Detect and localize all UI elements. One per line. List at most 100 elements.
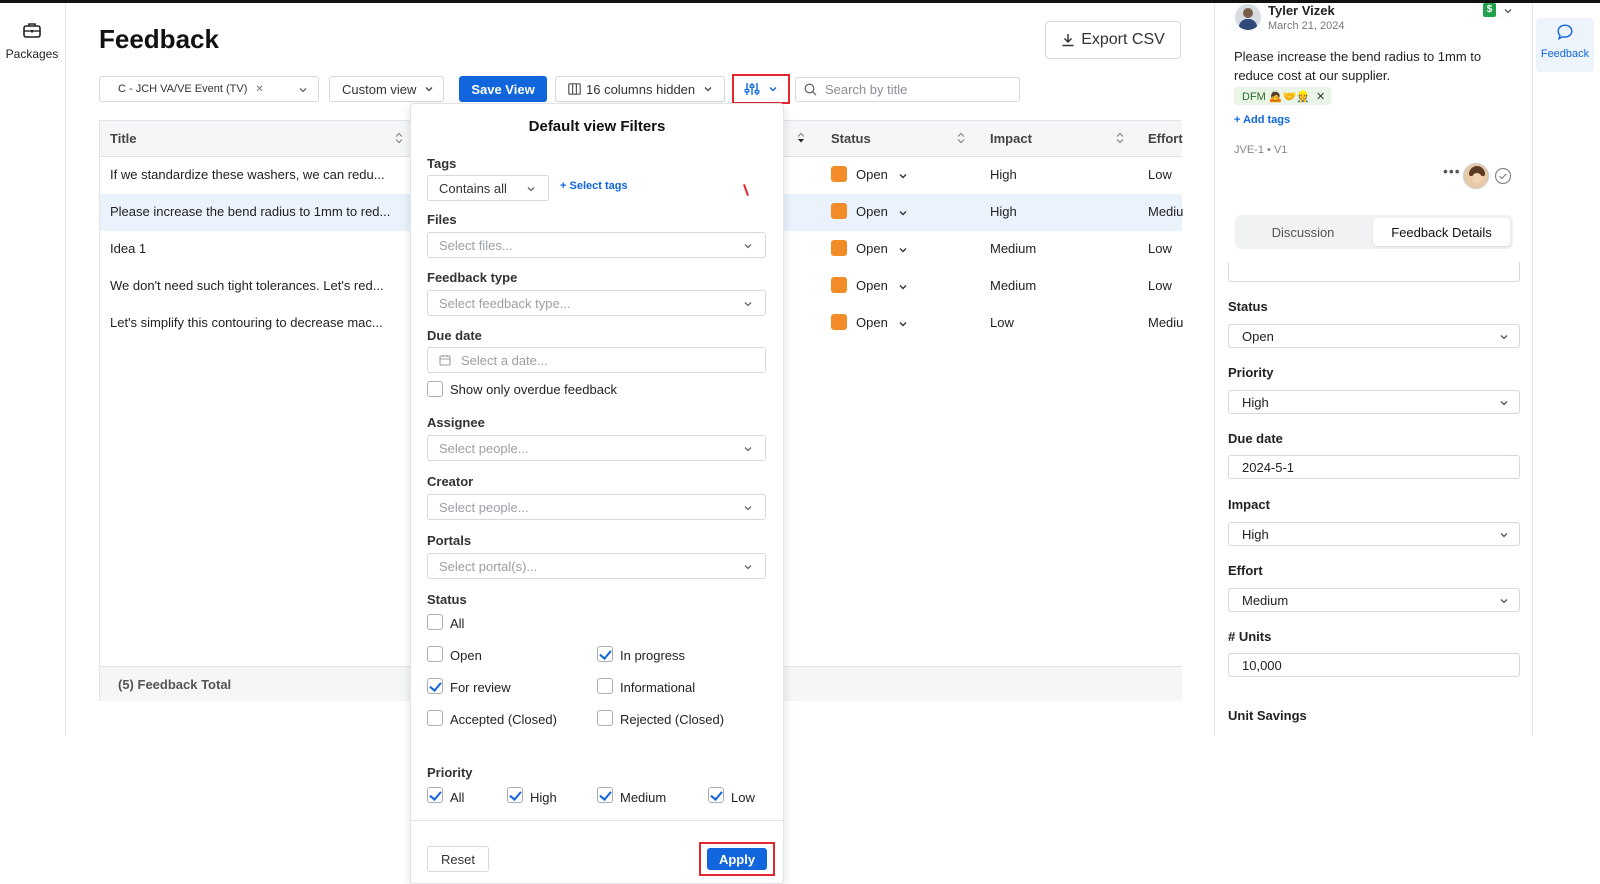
chevron-down-icon[interactable] [898, 171, 908, 181]
row-title: Please increase the bend radius to 1mm t… [110, 204, 391, 219]
status-option-label: In progress [620, 648, 686, 663]
tag-remove-icon[interactable]: ✕ [1316, 90, 1325, 103]
view-select[interactable]: Custom view [329, 76, 444, 102]
sort-desc-icon[interactable] [797, 132, 805, 144]
status-option-label: For review [450, 680, 511, 695]
author-name: Tyler Vizek [1268, 3, 1335, 18]
savings-badge: $ [1483, 3, 1496, 17]
add-tags-link[interactable]: + Add tags [1234, 114, 1290, 126]
select-tags-link[interactable]: + Select tags [560, 180, 628, 192]
row-impact: Medium [990, 241, 1037, 256]
save-view-button[interactable]: Save View [459, 76, 547, 102]
detail-units-label: # Units [1228, 629, 1272, 644]
detail-status-value: Open [1242, 328, 1274, 344]
priority-filter-label: Priority [427, 765, 473, 780]
row-status[interactable]: Open [856, 315, 888, 330]
chevron-down-icon[interactable] [898, 319, 908, 329]
export-csv-label: Export CSV [1081, 31, 1165, 48]
reset-button[interactable]: Reset [427, 846, 489, 872]
check-circle-icon[interactable] [1494, 167, 1512, 185]
status-checkbox-informational[interactable] [597, 678, 613, 694]
status-checkbox-accepted[interactable] [427, 710, 443, 726]
column-header-effort[interactable]: Effort [1148, 131, 1183, 146]
row-title: We don't need such tight tolerances. Let… [110, 278, 384, 293]
chevron-down-icon [1500, 599, 1508, 604]
chevron-down-icon[interactable] [898, 245, 908, 255]
assignee-select[interactable]: Select people... [427, 435, 766, 461]
filter-toggle-button[interactable] [732, 74, 790, 104]
detail-impact-select[interactable]: High [1228, 522, 1520, 546]
chevron-down-icon [744, 565, 752, 570]
export-csv-button[interactable]: Export CSV [1045, 21, 1181, 59]
sort-icon[interactable] [395, 132, 403, 144]
column-header-title[interactable]: Title [110, 131, 137, 146]
due-date-picker[interactable]: Select a date... [427, 347, 766, 373]
chip-remove-icon[interactable]: ✕ [255, 84, 263, 95]
right-rail-label: Feedback [1540, 48, 1590, 60]
calendar-icon [439, 355, 451, 366]
rail-item-packages[interactable]: Packages [0, 21, 64, 63]
detail-due-input[interactable]: 2024-5-1 [1228, 455, 1520, 479]
column-header-impact[interactable]: Impact [990, 131, 1032, 146]
priority-checkbox-medium[interactable] [597, 787, 613, 803]
status-color-badge [831, 203, 847, 219]
portals-placeholder: Select portal(s)... [439, 558, 538, 574]
detail-effort-label: Effort [1228, 563, 1263, 578]
chevron-down-icon[interactable] [898, 282, 908, 292]
row-impact: High [990, 167, 1017, 182]
column-header-status[interactable]: Status [831, 131, 871, 146]
status-checkbox-in-progress[interactable] [597, 646, 613, 662]
creator-select[interactable]: Select people... [427, 494, 766, 520]
tag-label: DFM 🙇🤝👷 [1242, 90, 1310, 103]
status-checkbox-rejected[interactable] [597, 710, 613, 726]
priority-checkbox-high[interactable] [507, 787, 523, 803]
row-effort: Mediu [1148, 315, 1184, 330]
detail-units-input[interactable]: 10,000 [1228, 653, 1520, 677]
feedback-total: (5) Feedback Total [118, 677, 232, 692]
chevron-down-icon[interactable] [898, 208, 908, 218]
briefcase-icon [23, 23, 41, 38]
priority-checkbox-all[interactable] [427, 787, 443, 803]
sort-icon[interactable] [957, 132, 965, 144]
feedback-body: Please increase the bend radius to 1mm t… [1234, 49, 1482, 83]
tab-discussion[interactable]: Discussion [1238, 218, 1368, 246]
detail-effort-select[interactable]: Medium [1228, 588, 1520, 612]
overdue-checkbox[interactable] [427, 381, 443, 397]
status-checkbox-all[interactable] [427, 614, 443, 630]
sort-icon[interactable] [1116, 132, 1124, 144]
chevron-down-icon[interactable] [1503, 6, 1513, 16]
assignee-avatar[interactable] [1463, 163, 1489, 189]
sliders-icon [744, 83, 760, 95]
due-date-label: Due date [427, 328, 482, 343]
status-checkbox-open[interactable] [427, 646, 443, 662]
row-status[interactable]: Open [856, 167, 888, 182]
row-status[interactable]: Open [856, 278, 888, 293]
creator-label: Creator [427, 474, 474, 489]
right-rail-feedback[interactable]: Feedback [1536, 18, 1594, 72]
detail-priority-select[interactable]: High [1228, 390, 1520, 414]
files-placeholder: Select files... [439, 237, 513, 253]
portals-select[interactable]: Select portal(s)... [427, 553, 766, 579]
tags-label: Tags [427, 156, 457, 171]
row-status[interactable]: Open [856, 241, 888, 256]
apply-button[interactable]: Apply [707, 848, 767, 870]
annotation-mark [743, 184, 749, 196]
priority-checkbox-low[interactable] [708, 787, 724, 803]
status-option-label: Open [450, 648, 482, 663]
scrolled-field[interactable] [1228, 262, 1520, 282]
status-option-label: Accepted (Closed) [450, 712, 557, 727]
row-effort: Low [1148, 167, 1172, 182]
detail-status-select[interactable]: Open [1228, 324, 1520, 348]
feedback-type-select[interactable]: Select feedback type... [427, 290, 766, 316]
row-status[interactable]: Open [856, 204, 888, 219]
status-checkbox-for-review[interactable] [427, 678, 443, 694]
search-input[interactable]: Search by title [795, 77, 1020, 102]
detail-savings-label: Unit Savings [1228, 708, 1307, 723]
columns-hidden-button[interactable]: 16 columns hidden [555, 76, 725, 102]
files-select[interactable]: Select files... [427, 232, 766, 258]
tags-mode-select[interactable]: Contains all [427, 175, 549, 201]
more-options-icon[interactable]: ••• [1443, 163, 1461, 179]
package-select[interactable]: C - JCH VA/VE Event (TV) ✕ [99, 76, 319, 102]
tab-feedback-details[interactable]: Feedback Details [1373, 218, 1510, 246]
files-label: Files [427, 212, 457, 227]
